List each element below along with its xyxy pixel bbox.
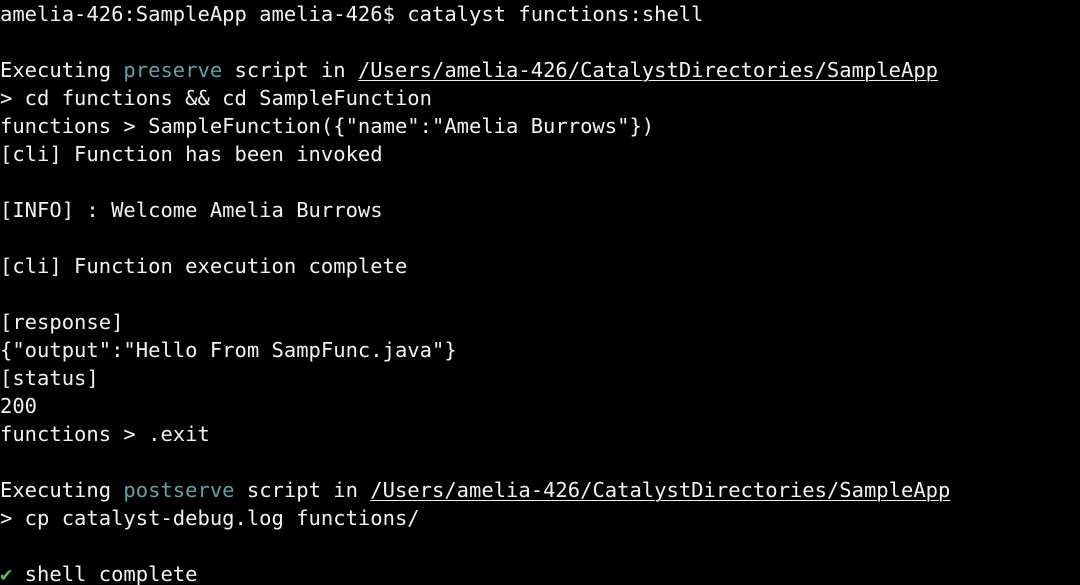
cd-command-line-text: > cd functions && cd SampleFunction [0, 86, 432, 110]
preserve-exec-line-script-name: preserve [123, 58, 223, 82]
prompt-line-text: amelia-426:SampleApp amelia-426$ catalys… [0, 2, 704, 26]
blank-1 [0, 28, 950, 56]
shell-complete-line-text: shell complete [12, 562, 198, 585]
info-welcome-line: [INFO] : Welcome Amelia Burrows [0, 196, 950, 224]
exit-command-line: functions > .exit [0, 420, 950, 448]
blank-5 [0, 448, 950, 476]
postserve-exec-line: Executing postserve script in /Users/ame… [0, 476, 950, 504]
cli-complete-line: [cli] Function execution complete [0, 252, 950, 280]
preserve-exec-line-text: script in [222, 58, 358, 82]
cd-command-line: > cd functions && cd SampleFunction [0, 84, 950, 112]
postserve-exec-line-text: Executing [0, 478, 124, 502]
cli-complete-line-text: [cli] Function execution complete [0, 254, 408, 278]
status-code-line: 200 [0, 392, 950, 420]
exit-command-line-text: functions > .exit [0, 422, 210, 446]
blank-4 [0, 280, 950, 308]
info-welcome-line-text: [INFO] : Welcome Amelia Burrows [0, 198, 383, 222]
cli-invoked-line: [cli] Function has been invoked [0, 140, 950, 168]
function-invoke-line-text: functions > SampleFunction({"name":"Amel… [0, 114, 655, 138]
success-check-icon: ✔ [0, 562, 13, 585]
cp-command-line: > cp catalyst-debug.log functions/ [0, 504, 950, 532]
prompt-line: amelia-426:SampleApp amelia-426$ catalys… [0, 0, 950, 28]
response-body-line-text: {"output":"Hello From SampFunc.java"} [0, 338, 457, 362]
response-header-line: [response] [0, 308, 950, 336]
response-body-line: {"output":"Hello From SampFunc.java"} [0, 336, 950, 364]
blank-6 [0, 532, 950, 560]
function-invoke-line: functions > SampleFunction({"name":"Amel… [0, 112, 950, 140]
blank-2 [0, 168, 950, 196]
postserve-exec-line-text: script in [234, 478, 371, 502]
status-header-line: [status] [0, 364, 950, 392]
status-code-line-text: 200 [0, 394, 38, 418]
preserve-exec-line-path[interactable]: /Users/amelia-426/CatalystDirectories/Sa… [358, 58, 938, 82]
terminal-window[interactable]: amelia-426:SampleApp amelia-426$ catalys… [0, 0, 1080, 585]
blank-3 [0, 224, 950, 252]
status-header-line-text: [status] [0, 366, 99, 390]
preserve-exec-line: Executing preserve script in /Users/amel… [0, 56, 950, 84]
response-header-line-text: [response] [0, 310, 124, 334]
cp-command-line-text: > cp catalyst-debug.log functions/ [0, 506, 420, 530]
terminal-output[interactable]: amelia-426:SampleApp amelia-426$ catalys… [0, 0, 950, 585]
preserve-exec-line-text: Executing [0, 58, 124, 82]
cli-invoked-line-text: [cli] Function has been invoked [0, 142, 383, 166]
shell-complete-line: ✔ shell complete [0, 560, 950, 585]
postserve-exec-line-path[interactable]: /Users/amelia-426/CatalystDirectories/Sa… [370, 478, 950, 502]
postserve-exec-line-script-name: postserve [123, 478, 235, 502]
